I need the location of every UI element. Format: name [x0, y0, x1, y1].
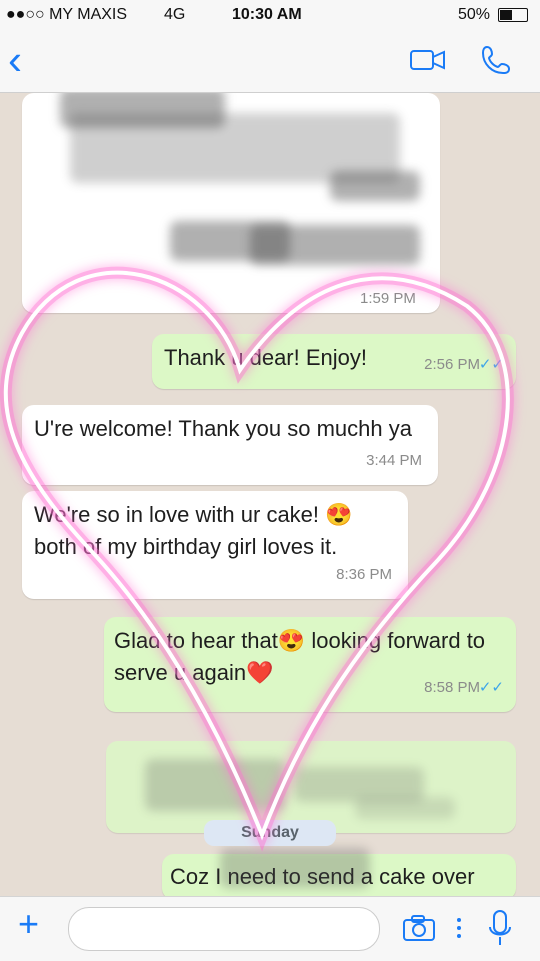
message-text: We're so in love with ur cake! 😍 both of… [34, 502, 353, 559]
partial-message-time: 1:59 PM [360, 290, 416, 307]
read-ticks: ✓✓ [478, 356, 504, 373]
back-button[interactable]: ‹ [8, 39, 38, 81]
message-time: 2:56 PM [424, 356, 480, 373]
message-thank-you[interactable]: Thank u dear! Enjoy! 2:56 PM ✓✓ [152, 334, 516, 389]
message-time: 3:44 PM [366, 452, 422, 469]
phone-icon[interactable] [480, 42, 514, 76]
status-time: 10:30 AM [232, 6, 302, 23]
compose-bar: + [0, 896, 540, 961]
battery-label: 50% [458, 6, 491, 23]
back-icon: ‹ [8, 36, 22, 83]
carrier-label: ●●○○ MY MAXIS [6, 6, 128, 23]
more-icon[interactable] [454, 914, 464, 942]
date-divider: Sunday [204, 820, 336, 846]
chat-area: 1:59 PM Thank u dear! Enjoy! 2:56 PM ✓✓ … [0, 93, 540, 896]
message-glad[interactable]: Glad to hear that😍 looking forward to se… [104, 617, 516, 712]
message-cake-love[interactable]: We're so in love with ur cake! 😍 both of… [22, 491, 408, 599]
message-welcome[interactable]: U're welcome! Thank you so muchh ya 3:44… [22, 405, 438, 485]
message-text: Thank u dear! Enjoy! [164, 345, 368, 370]
plus-button[interactable]: + [18, 906, 52, 943]
video-call-icon[interactable] [410, 46, 446, 74]
plus-icon: + [18, 903, 40, 944]
battery-icon [498, 8, 528, 22]
read-ticks: ✓✓ [478, 679, 504, 696]
message-time: 8:58 PM [424, 679, 480, 696]
microphone-icon[interactable] [486, 909, 514, 947]
message-text: U're welcome! Thank you so muchh ya [34, 416, 412, 441]
chat-header: ‹ [0, 30, 540, 93]
camera-icon[interactable] [402, 914, 436, 942]
message-time: 8:36 PM [336, 566, 392, 583]
status-bar: ●●○○ MY MAXIS 4G 10:30 AM 50% [0, 0, 540, 30]
network-label: 4G [164, 6, 186, 23]
message-input[interactable] [68, 907, 380, 951]
